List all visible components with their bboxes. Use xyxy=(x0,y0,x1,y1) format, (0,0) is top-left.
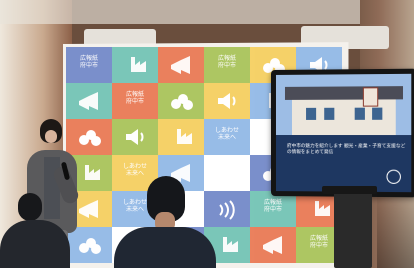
backdrop-tile xyxy=(66,83,112,119)
podium-top xyxy=(322,186,377,194)
right-foreground-shadow xyxy=(377,192,414,268)
speaker-icon xyxy=(218,93,236,109)
left-audience-shoulders xyxy=(0,220,70,268)
backdrop-tile: 広報紙 府中市 xyxy=(204,47,250,83)
backdrop-tile-text: 広報紙 府中市 xyxy=(79,55,98,69)
speaker-icon xyxy=(126,129,144,145)
backdrop-tile: 広報紙 府中市 xyxy=(112,83,158,119)
backdrop-tile-text: 広報紙 府中市 xyxy=(125,91,144,105)
podium xyxy=(334,189,372,268)
center-audience-member xyxy=(114,176,216,268)
left-audience-member xyxy=(0,190,70,268)
megaphone-icon xyxy=(263,236,282,254)
backdrop-tile xyxy=(250,227,296,263)
ceiling-panel xyxy=(0,0,414,24)
backdrop-tile xyxy=(112,119,158,155)
backdrop-tile-text: 広報紙 府中市 xyxy=(263,199,282,213)
screen-window-1 xyxy=(306,107,317,120)
left-audience-head xyxy=(18,193,42,221)
leaf-icon xyxy=(171,94,193,110)
screen-window-4 xyxy=(372,107,383,120)
backdrop-tile: しあわせ 未来へ xyxy=(204,119,250,155)
backdrop-tile xyxy=(112,47,158,83)
presentation-screen: 府中市の魅力を紹介します 観光・産業・子育て支援などの情報をまとめて発信 xyxy=(271,68,414,198)
backdrop-tile: 広報紙 府中市 xyxy=(250,191,296,227)
backdrop-tile xyxy=(158,119,204,155)
backdrop-tile xyxy=(158,83,204,119)
screen-window-2 xyxy=(324,107,335,120)
photo-scene: 広報紙 府中市 広報紙 府中市 広報紙 府中市 しあわせ 未来へ しあわせ 未来へ しあわ… xyxy=(0,0,414,268)
backdrop-tile: 広報紙 府中市 xyxy=(66,47,112,83)
screen-logo-icon xyxy=(386,169,401,184)
screen-text: 府中市の魅力を紹介します 観光・産業・子育て支援などの情報をまとめて発信 xyxy=(286,144,406,156)
speaker-face xyxy=(45,130,57,143)
backdrop-tile-text: 広報紙 府中市 xyxy=(217,55,236,69)
backdrop-tile-text: しあわせ 未来へ xyxy=(122,163,147,177)
megaphone-icon xyxy=(171,56,190,74)
megaphone-icon xyxy=(79,92,98,110)
screen-sign xyxy=(362,87,379,107)
screen-window-3 xyxy=(354,107,365,120)
factory-icon xyxy=(170,129,192,144)
backdrop-tile xyxy=(204,83,250,119)
backdrop-tile-text: しあわせ 未来へ xyxy=(214,163,239,177)
center-audience-shoulders xyxy=(114,227,216,268)
backdrop-tile xyxy=(158,47,204,83)
screen-roof xyxy=(284,86,403,100)
backdrop-tile-text: しあわせ 未来へ xyxy=(214,127,239,141)
screen-display: 府中市の魅力を紹介します 観光・産業・子育て支援などの情報をまとめて発信 xyxy=(275,73,412,193)
factory-icon xyxy=(124,57,146,72)
